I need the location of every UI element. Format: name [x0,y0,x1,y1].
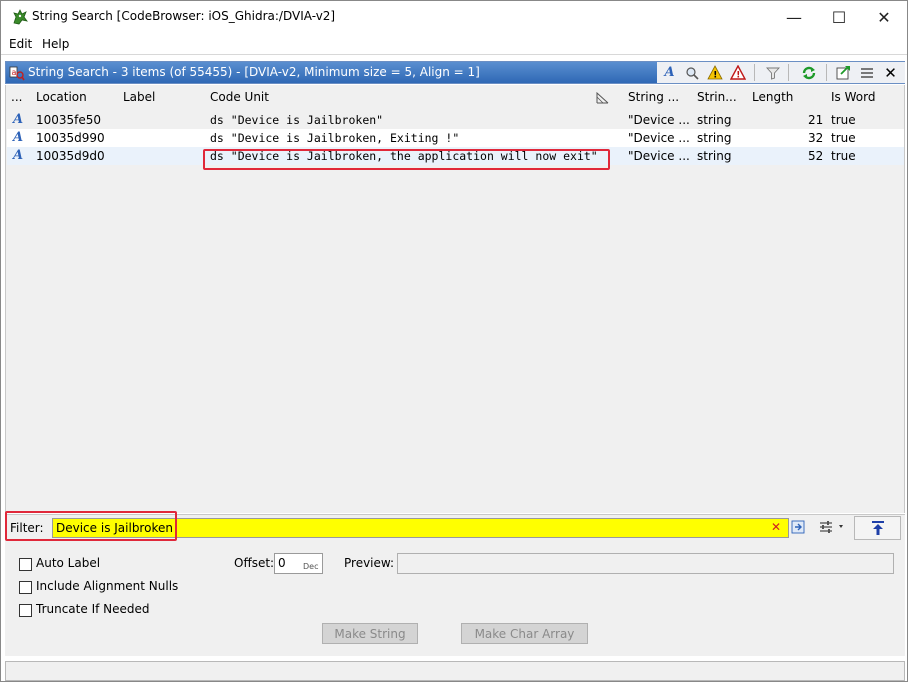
filter-options-icon[interactable] [791,519,807,535]
truncate-if-needed-text: Truncate If Needed [36,602,150,616]
scroll-to-top-button[interactable] [854,516,901,540]
cell-string-type: string [697,131,732,145]
column-header-string-value[interactable]: String ... [628,90,679,104]
clear-filter-icon[interactable]: ✕ [771,520,781,534]
table-row[interactable]: A 10035d990 ds "Device is Jailbroken, Ex… [7,129,904,147]
minimize-button[interactable]: — [771,1,817,33]
auto-label-text: Auto Label [36,556,101,570]
filter-bar: Filter: Device is Jailbroken ✕ [5,511,905,541]
cell-location: 10035d9d0 [36,149,105,163]
preview-label: Preview: [344,556,395,570]
window-title: String Search [CodeBrowser: iOS_Ghidra:/… [32,9,336,23]
column-header-code-unit[interactable]: Code Unit [210,90,269,104]
toolbar-separator [788,64,789,81]
column-header-length[interactable]: Length [752,90,793,104]
cell-length: 21 [808,113,824,127]
offset-input[interactable]: 0 Dec [274,553,323,574]
preview-field [397,553,894,574]
svg-text:!: ! [713,71,717,81]
toolbar-separator [754,64,755,81]
panel-title: String Search - 3 items (of 55455) - [DV… [28,65,480,79]
menu-edit[interactable]: Edit [9,37,32,51]
auto-label-checkbox[interactable] [19,558,32,571]
toolbar-separator [826,64,827,81]
ghidra-dragon-icon [13,9,28,25]
annotation-highlight-filter [5,511,177,541]
warning-icon[interactable]: ! [705,63,724,82]
column-header-label[interactable]: Label [123,90,155,104]
cell-location: 10035d990 [36,131,105,145]
error-icon[interactable]: ! [728,63,747,82]
refresh-icon[interactable] [799,63,818,82]
cell-is-word: true [831,149,856,163]
close-button[interactable]: ✕ [861,1,907,33]
menu-lines-icon[interactable] [857,63,876,82]
options-panel: Auto Label Include Alignment Nulls Trunc… [5,541,905,656]
cell-string-value: "Device ... [628,149,690,163]
column-header-string-type[interactable]: Strin... [697,90,737,104]
cell-code-unit: ds "Device is Jailbroken" [210,113,384,127]
cell-is-word: true [831,113,856,127]
status-bar [5,661,905,681]
sort-icon[interactable] [596,92,609,104]
string-search-icon: a [9,66,25,81]
string-data-icon: A [13,130,24,145]
offset-value: 0 [278,556,286,570]
magnifier-icon[interactable] [682,63,701,82]
svg-text:a: a [12,68,17,77]
cell-is-word: true [831,131,856,145]
maximize-icon: ☐ [831,7,847,27]
truncate-if-needed-checkbox[interactable] [19,604,32,617]
make-string-button[interactable]: Make String [322,623,418,644]
results-table: ... Location Label Code Unit String ... … [5,85,905,513]
string-data-icon: A [13,148,24,163]
include-alignment-nulls-text: Include Alignment Nulls [36,579,179,593]
export-icon[interactable] [834,63,853,82]
arrow-up-icon [871,521,884,535]
maximize-button[interactable]: ☐ [816,1,862,33]
close-panel-icon[interactable]: ✕ [881,63,900,82]
cell-string-type: string [697,113,732,127]
filter-settings-icon[interactable] [818,519,846,535]
table-row[interactable]: A 10035fe50 ds "Device is Jailbroken" "D… [7,111,904,129]
offset-base: Dec [303,562,319,571]
title-bar: String Search [CodeBrowser: iOS_Ghidra:/… [1,1,907,33]
close-icon: ✕ [877,7,891,27]
svg-text:!: ! [736,71,740,81]
cell-string-value: "Device ... [628,113,690,127]
cell-length: 32 [808,131,824,145]
cell-string-type: string [697,149,732,163]
column-header-icon[interactable]: ... [11,90,22,104]
cell-code-unit: ds "Device is Jailbroken, Exiting !" [210,131,460,145]
panel-toolbar: A ! ! ✕ [657,62,905,83]
menu-bar: Edit Help [1,33,907,55]
cell-string-value: "Device ... [628,131,690,145]
cell-location: 10035fe50 [36,113,102,127]
annotation-highlight-code-unit [203,149,610,170]
include-alignment-nulls-checkbox[interactable] [19,581,32,594]
string-search-window: String Search [CodeBrowser: iOS_Ghidra:/… [0,0,908,682]
make-char-array-button[interactable]: Make Char Array [461,623,588,644]
minimize-icon: — [786,7,802,27]
menu-help[interactable]: Help [42,37,69,51]
string-data-icon: A [13,112,24,127]
cell-length: 52 [808,149,824,163]
column-header-location[interactable]: Location [36,90,87,104]
filter-funnel-icon[interactable] [763,63,782,82]
column-header-is-word[interactable]: Is Word [831,90,875,104]
defined-string-icon[interactable]: A [660,63,679,82]
offset-label: Offset: [234,556,275,570]
